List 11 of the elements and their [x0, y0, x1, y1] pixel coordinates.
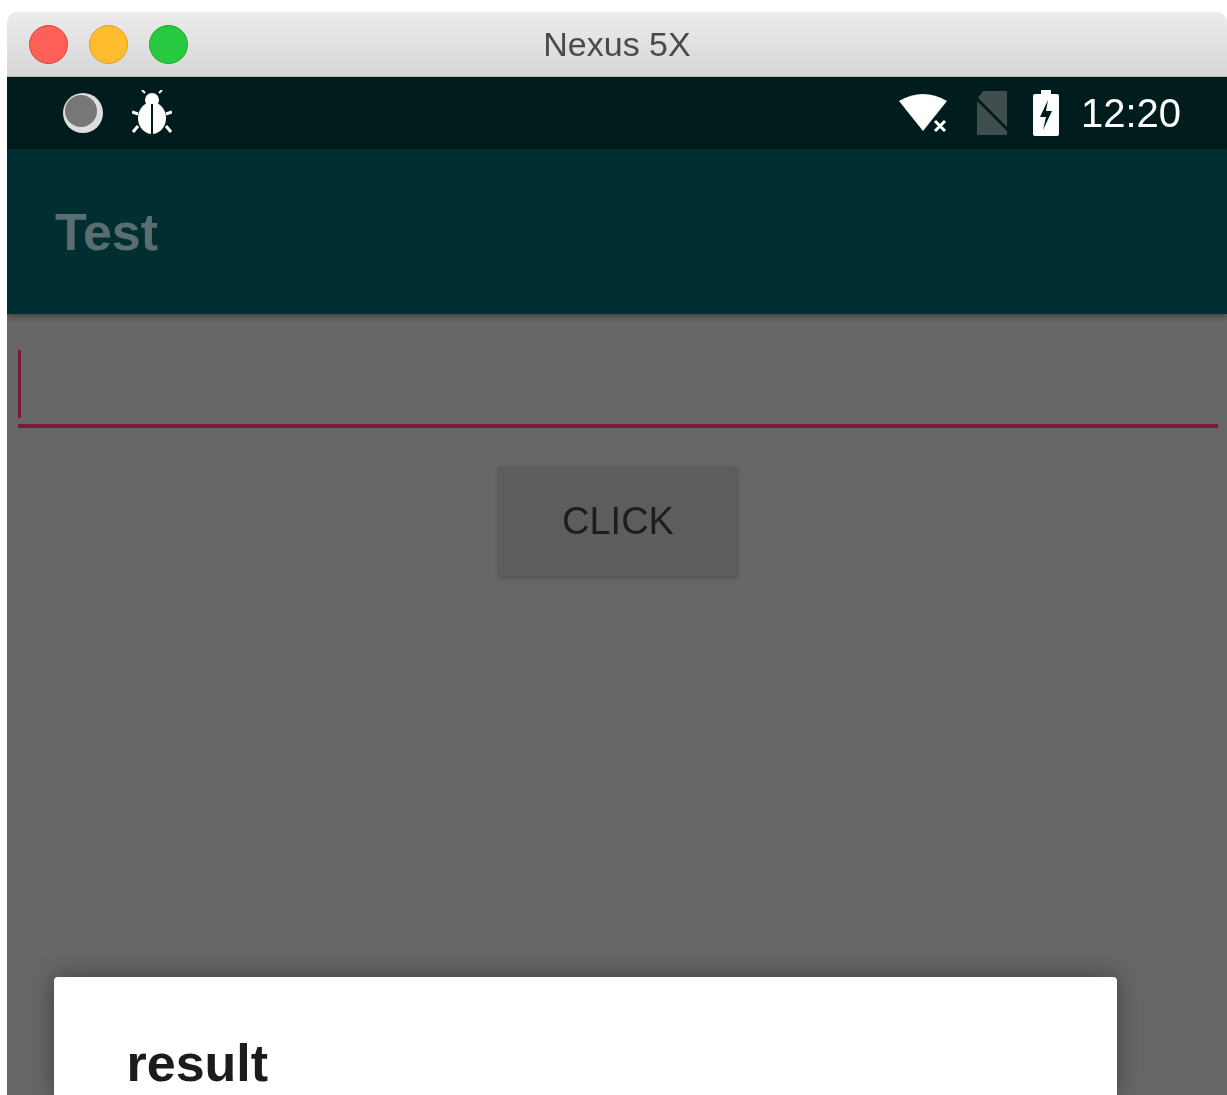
clock-time: 12:20: [1080, 90, 1181, 136]
click-button[interactable]: CLICK: [498, 466, 738, 576]
close-button[interactable]: [29, 24, 68, 64]
minimize-button[interactable]: [89, 24, 128, 64]
zoom-button[interactable]: [149, 24, 188, 64]
window-title: Nexus 5X: [543, 24, 691, 64]
battery-icon: [1032, 90, 1059, 136]
app-title: Test: [55, 201, 159, 262]
bug-icon: [132, 90, 172, 136]
dialog-title: result: [126, 1034, 269, 1092]
disc-icon: [62, 92, 104, 134]
